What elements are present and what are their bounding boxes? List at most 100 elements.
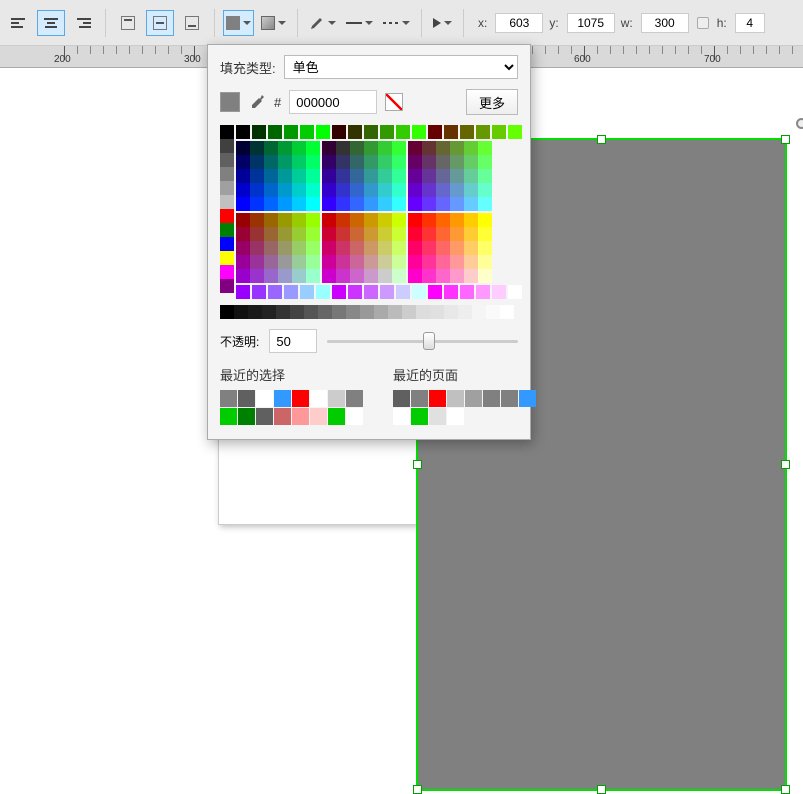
- color-swatch[interactable]: [264, 213, 278, 227]
- color-swatch[interactable]: [306, 213, 320, 227]
- color-swatch[interactable]: [416, 305, 430, 319]
- color-swatch[interactable]: [292, 227, 306, 241]
- color-swatch[interactable]: [350, 197, 364, 211]
- color-swatch[interactable]: [310, 390, 327, 407]
- color-swatch[interactable]: [236, 241, 250, 255]
- color-swatch[interactable]: [464, 169, 478, 183]
- color-swatch[interactable]: [336, 141, 350, 155]
- color-swatch[interactable]: [392, 241, 406, 255]
- color-swatch[interactable]: [436, 269, 450, 283]
- resize-handle-n[interactable]: [597, 135, 606, 144]
- color-swatch[interactable]: [322, 213, 336, 227]
- color-swatch[interactable]: [422, 169, 436, 183]
- color-swatch[interactable]: [292, 183, 306, 197]
- color-swatch[interactable]: [460, 285, 474, 299]
- color-swatch[interactable]: [492, 285, 506, 299]
- color-swatch[interactable]: [220, 305, 234, 319]
- color-swatch[interactable]: [378, 269, 392, 283]
- color-swatch[interactable]: [278, 197, 292, 211]
- color-swatch[interactable]: [236, 227, 250, 241]
- color-swatch[interactable]: [264, 269, 278, 283]
- color-swatch[interactable]: [380, 125, 394, 139]
- color-swatch[interactable]: [444, 125, 458, 139]
- color-swatch[interactable]: [422, 155, 436, 169]
- color-swatch[interactable]: [436, 169, 450, 183]
- color-swatch[interactable]: [268, 285, 282, 299]
- color-swatch[interactable]: [322, 197, 336, 211]
- color-swatch[interactable]: [236, 269, 250, 283]
- color-swatch[interactable]: [292, 269, 306, 283]
- color-swatch[interactable]: [220, 390, 237, 407]
- color-swatch[interactable]: [411, 408, 428, 425]
- color-swatch[interactable]: [318, 305, 332, 319]
- fill-color-dropdown[interactable]: [223, 10, 254, 36]
- color-swatch[interactable]: [278, 269, 292, 283]
- resize-handle-se[interactable]: [781, 785, 790, 794]
- color-swatch[interactable]: [322, 269, 336, 283]
- color-swatch[interactable]: [422, 255, 436, 269]
- color-swatch[interactable]: [250, 269, 264, 283]
- color-swatch[interactable]: [444, 285, 458, 299]
- color-swatch[interactable]: [220, 237, 234, 251]
- color-swatch[interactable]: [422, 227, 436, 241]
- x-input[interactable]: [495, 13, 543, 33]
- color-swatch[interactable]: [278, 241, 292, 255]
- opacity-input[interactable]: [269, 329, 317, 353]
- color-swatch[interactable]: [262, 305, 276, 319]
- color-swatch[interactable]: [392, 141, 406, 155]
- hex-color-input[interactable]: [289, 90, 377, 114]
- color-swatch[interactable]: [450, 183, 464, 197]
- color-swatch[interactable]: [429, 408, 446, 425]
- color-swatch[interactable]: [478, 169, 492, 183]
- rotate-handle[interactable]: [796, 118, 803, 129]
- color-swatch[interactable]: [408, 213, 422, 227]
- color-swatch[interactable]: [278, 213, 292, 227]
- color-swatch[interactable]: [360, 305, 374, 319]
- color-swatch[interactable]: [392, 227, 406, 241]
- color-swatch[interactable]: [478, 255, 492, 269]
- resize-handle-s[interactable]: [597, 785, 606, 794]
- color-swatch[interactable]: [378, 255, 392, 269]
- color-swatch[interactable]: [220, 195, 234, 209]
- color-swatch[interactable]: [278, 155, 292, 169]
- color-swatch[interactable]: [336, 227, 350, 241]
- color-swatch[interactable]: [408, 155, 422, 169]
- color-swatch[interactable]: [392, 255, 406, 269]
- color-swatch[interactable]: [492, 125, 506, 139]
- color-swatch[interactable]: [483, 390, 500, 407]
- color-swatch[interactable]: [248, 305, 262, 319]
- valign-middle-button[interactable]: [146, 10, 174, 36]
- color-swatch[interactable]: [422, 141, 436, 155]
- color-swatch[interactable]: [464, 255, 478, 269]
- color-swatch[interactable]: [378, 197, 392, 211]
- color-swatch[interactable]: [336, 269, 350, 283]
- color-swatch[interactable]: [236, 285, 250, 299]
- fill-type-select[interactable]: 单色: [284, 55, 518, 79]
- color-swatch[interactable]: [236, 125, 250, 139]
- halign-left-button[interactable]: [5, 10, 33, 36]
- resize-handle-ne[interactable]: [781, 135, 790, 144]
- color-swatch[interactable]: [250, 255, 264, 269]
- color-swatch[interactable]: [332, 305, 346, 319]
- color-swatch[interactable]: [278, 169, 292, 183]
- color-swatch[interactable]: [412, 285, 426, 299]
- color-swatch[interactable]: [278, 183, 292, 197]
- arrow-dropdown[interactable]: [430, 10, 455, 36]
- color-swatch[interactable]: [236, 169, 250, 183]
- color-swatch[interactable]: [304, 305, 318, 319]
- color-swatch[interactable]: [292, 197, 306, 211]
- color-swatch[interactable]: [464, 213, 478, 227]
- color-swatch[interactable]: [450, 241, 464, 255]
- color-swatch[interactable]: [292, 390, 309, 407]
- color-swatch[interactable]: [408, 255, 422, 269]
- color-swatch[interactable]: [336, 183, 350, 197]
- color-swatch[interactable]: [408, 227, 422, 241]
- color-swatch[interactable]: [364, 155, 378, 169]
- color-swatch[interactable]: [364, 241, 378, 255]
- color-swatch[interactable]: [393, 390, 410, 407]
- color-swatch[interactable]: [478, 197, 492, 211]
- color-swatch[interactable]: [519, 390, 536, 407]
- more-colors-button[interactable]: 更多: [466, 89, 518, 115]
- valign-bottom-button[interactable]: [178, 10, 206, 36]
- color-swatch[interactable]: [220, 223, 234, 237]
